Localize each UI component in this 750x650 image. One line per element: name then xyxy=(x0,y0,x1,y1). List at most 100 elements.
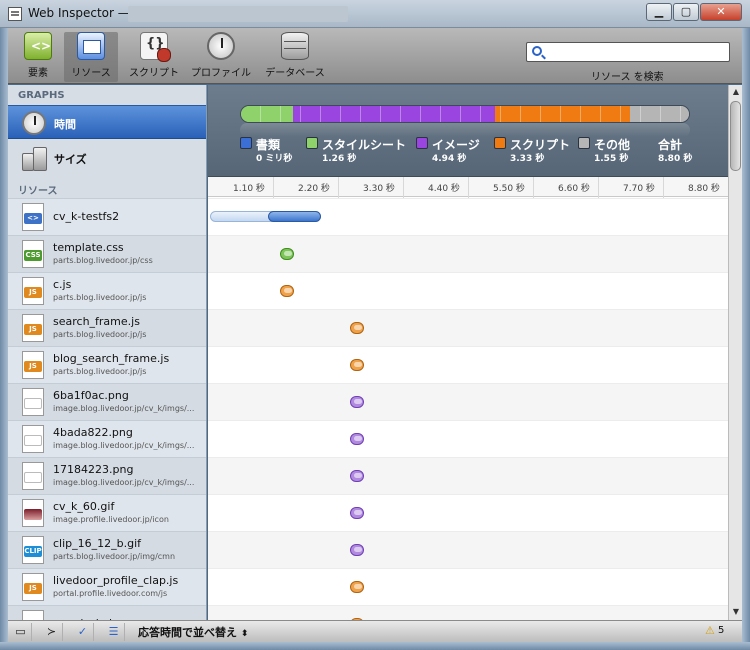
resources-tab[interactable]: リソース xyxy=(64,32,118,82)
warning-icon[interactable]: ⚠ xyxy=(705,624,715,637)
js-timing-dot xyxy=(350,359,365,371)
close-button[interactable]: ✕ xyxy=(700,3,742,21)
resource-item[interactable]: JSgoogle_ja.js xyxy=(8,605,206,620)
timeline-row[interactable] xyxy=(208,494,728,531)
js-file-icon: JS xyxy=(22,573,44,601)
timeline-row[interactable] xyxy=(208,457,728,494)
window-frame-left xyxy=(0,28,8,650)
js-file-icon: JS xyxy=(22,351,44,379)
timeline-row[interactable] xyxy=(208,235,728,272)
css-timing-dot xyxy=(279,248,294,260)
js-timing-dot xyxy=(350,322,365,334)
elements-tab-label: 要素 xyxy=(28,68,48,79)
resource-url: parts.blog.livedoor.jp/img/cmn xyxy=(53,552,176,561)
legend-value: 0 ミリ秒 xyxy=(256,154,293,164)
window-title: Web Inspector — xyxy=(28,6,130,20)
timeline-row[interactable] xyxy=(208,346,728,383)
sort-arrows-icon: ⬍ xyxy=(240,629,249,639)
timeline-row[interactable] xyxy=(208,605,728,620)
legend-total-value: 8.80 秒 xyxy=(658,154,693,164)
gif-avatar-file-icon xyxy=(22,499,44,527)
dock-toggle-button[interactable]: ▭ xyxy=(10,623,32,641)
time-tick-label: 6.60 秒 xyxy=(558,184,590,194)
profiles-tab[interactable]: プロファイル xyxy=(188,32,254,82)
search-input[interactable] xyxy=(547,44,727,60)
resource-item[interactable]: JS blog_search_frame.js parts.blog.livedoo… xyxy=(8,346,206,383)
scroll-down-arrow-icon[interactable]: ▼ xyxy=(729,605,743,619)
resource-name: cv_k-testfs2 xyxy=(53,210,120,223)
img-timing-dot xyxy=(350,470,365,482)
scroll-thumb[interactable] xyxy=(730,101,741,171)
resource-item[interactable]: JS c.js parts.blog.livedoor.jp/js xyxy=(8,272,206,309)
vertical-scrollbar[interactable]: ▲ ▼ xyxy=(728,85,742,620)
timeline-row[interactable] xyxy=(208,309,728,346)
scripts-icon xyxy=(140,32,171,62)
js-badge: JS xyxy=(24,324,42,335)
maximize-button[interactable]: ▢ xyxy=(673,3,699,21)
resource-name: cv_k_60.gif xyxy=(53,500,115,513)
resource-url: image.blog.livedoor.jp/cv_k/imgs/... xyxy=(53,441,195,450)
timeline-row[interactable] xyxy=(208,531,728,568)
resource-item[interactable]: 6ba1f0ac.png image.blog.livedoor.jp/cv_k/… xyxy=(8,383,206,420)
toolbar: 要素 リソース スクリプト プロファイル データベース リソース を検索 xyxy=(8,28,742,84)
elements-tab[interactable]: 要素 xyxy=(16,32,60,82)
resource-list: <> cv_k-testfs2 CSS template.css parts.blog.… xyxy=(8,198,206,620)
resource-url: parts.blog.livedoor.jp/js xyxy=(53,330,147,339)
js-timing-dot xyxy=(279,285,294,297)
js-badge: JS xyxy=(24,583,42,594)
sidebar-item-size[interactable]: サイズ xyxy=(8,141,206,175)
timeline-row[interactable] xyxy=(208,420,728,457)
time-tick-label: 3.30 秒 xyxy=(363,184,395,194)
resource-item[interactable]: JS livedoor_profile_clap.js portal.profile… xyxy=(8,568,206,605)
img-file-icon xyxy=(22,425,44,453)
resource-item[interactable]: <> cv_k-testfs2 xyxy=(8,198,206,235)
scripts-tab[interactable]: スクリプト xyxy=(124,32,184,82)
database-icon xyxy=(281,32,309,60)
js-timing-dot xyxy=(350,581,365,593)
resources-icon xyxy=(77,32,105,60)
resource-item[interactable]: JS search_frame.js parts.blog.livedoor.jp/… xyxy=(8,309,206,346)
minimize-button[interactable]: ▁ xyxy=(646,3,672,21)
summary-bar-reflection xyxy=(240,123,690,137)
timeline-row[interactable] xyxy=(208,568,728,605)
sidebar: GRAPHS 時間 サイズ リソース <> cv_k-testfs2 CSS temp… xyxy=(8,85,207,620)
js-file-icon: JS xyxy=(22,314,44,342)
legend-swatch xyxy=(240,137,252,149)
resource-name: c.js xyxy=(53,278,72,291)
sidebar-item-time[interactable]: 時間 xyxy=(8,105,206,139)
resource-name: search_frame.js xyxy=(53,315,140,328)
summary-bar xyxy=(240,105,690,123)
resource-item[interactable]: CSS template.css parts.blog.livedoor.jp/cs… xyxy=(8,235,206,272)
time-tick-label: 8.80 秒 xyxy=(688,184,720,194)
sort-select[interactable]: 応答時間で並べ替え ⬍ xyxy=(138,624,248,640)
timeline-row[interactable] xyxy=(208,198,728,235)
clock-icon xyxy=(22,111,46,135)
scripts-tab-label: スクリプト xyxy=(129,68,179,79)
resource-url: parts.blog.livedoor.jp/css xyxy=(53,256,153,265)
resource-item[interactable]: CLIP clip_16_12_b.gif parts.blog.livedoor.… xyxy=(8,531,206,568)
search-box[interactable] xyxy=(526,42,730,62)
js-badge: JS xyxy=(24,361,42,372)
scroll-up-arrow-icon[interactable]: ▲ xyxy=(729,85,743,99)
console-button[interactable]: ≻ xyxy=(41,623,63,641)
search-label: リソース を検索 xyxy=(591,72,664,83)
resource-name: template.css xyxy=(53,241,124,254)
resource-item[interactable]: 4bada822.png image.blog.livedoor.jp/cv_k/… xyxy=(8,420,206,457)
html-badge: <> xyxy=(24,213,42,224)
redacted-title-area xyxy=(128,6,348,22)
timeline-row[interactable] xyxy=(208,272,728,309)
img-timing-dot xyxy=(350,544,365,556)
resource-tracking-checkbox[interactable]: ✓ xyxy=(72,623,94,641)
resource-url: image.profile.livedoor.jp/icon xyxy=(53,515,169,524)
timeline-panel: 書類 0 ミリ秒 スタイルシート 1.26 秒イメージ 4.94 秒スクリプト 3.33 … xyxy=(208,85,728,620)
legend-swatch xyxy=(306,137,318,149)
resource-item[interactable]: 17184223.png image.blog.livedoor.jp/cv_k/… xyxy=(8,457,206,494)
list-view-button[interactable]: ☰ xyxy=(103,623,125,641)
resource-name: clip_16_12_b.gif xyxy=(53,537,142,550)
window-frame-right xyxy=(742,28,750,650)
databases-tab[interactable]: データベース xyxy=(262,32,328,82)
timeline-row[interactable] xyxy=(208,383,728,420)
legend-swatch xyxy=(494,137,506,149)
legend-value: 3.33 秒 xyxy=(510,154,545,164)
resource-item[interactable]: cv_k_60.gif image.profile.livedoor.jp/ico… xyxy=(8,494,206,531)
